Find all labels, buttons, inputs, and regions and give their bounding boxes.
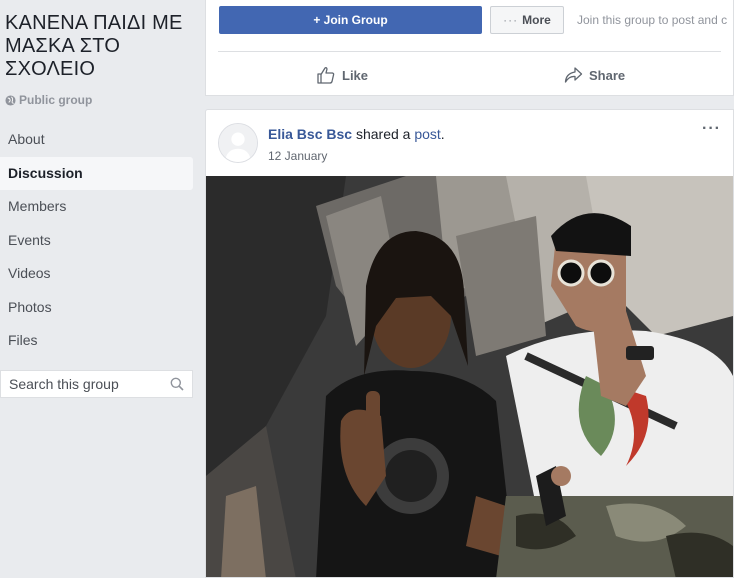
share-icon bbox=[564, 67, 583, 83]
post-period: . bbox=[440, 126, 445, 142]
thumbs-up-icon bbox=[317, 67, 335, 84]
author-name[interactable]: Elia Bsc Bsc bbox=[268, 126, 352, 142]
like-button[interactable]: Like bbox=[316, 60, 368, 90]
default-avatar-icon bbox=[219, 124, 257, 162]
nav-events[interactable]: Events bbox=[0, 224, 193, 258]
nav-videos[interactable]: Videos bbox=[0, 257, 193, 291]
divider bbox=[218, 51, 721, 52]
group-nav: About Discussion Members Events Videos P… bbox=[0, 123, 193, 358]
post-card: Elia Bsc Bsc shared a post. 12 January ·… bbox=[205, 109, 734, 578]
post-photo[interactable] bbox=[206, 176, 733, 578]
join-group-button[interactable]: + Join Group bbox=[219, 6, 482, 34]
post-verb: shared a bbox=[355, 126, 411, 142]
globe-icon bbox=[5, 94, 16, 106]
join-hint-text: Join this group to post and c bbox=[577, 13, 728, 27]
group-type-label: Public group bbox=[19, 93, 93, 107]
group-privacy: Public group bbox=[5, 93, 92, 107]
nav-members[interactable]: Members bbox=[0, 190, 193, 224]
group-search bbox=[0, 370, 193, 398]
post-timestamp[interactable]: 12 January bbox=[268, 149, 327, 163]
more-dots-icon: ··· bbox=[503, 13, 519, 27]
more-button[interactable]: ··· More bbox=[490, 6, 564, 34]
search-input[interactable] bbox=[9, 376, 159, 392]
like-label: Like bbox=[342, 67, 369, 83]
search-icon[interactable] bbox=[170, 377, 184, 391]
group-sidebar: ΚΑΝΕΝΑ ΠΑΙΔΙ ΜΕ ΜΑΣΚΑ ΣΤΟ ΣΧΟΛΕΙΟ Public… bbox=[0, 0, 196, 578]
nav-about[interactable]: About bbox=[0, 123, 193, 157]
more-label: More bbox=[522, 13, 551, 27]
group-title[interactable]: ΚΑΝΕΝΑ ΠΑΙΔΙ ΜΕ ΜΑΣΚΑ ΣΤΟ ΣΧΟΛΕΙΟ bbox=[5, 12, 195, 81]
post-options-icon[interactable]: ··· bbox=[702, 120, 721, 138]
nav-photos[interactable]: Photos bbox=[0, 291, 193, 325]
author-avatar[interactable] bbox=[218, 123, 258, 163]
shared-post-link[interactable]: post bbox=[414, 126, 440, 142]
nav-files[interactable]: Files bbox=[0, 324, 193, 358]
post-header: Elia Bsc Bsc shared a post. bbox=[268, 126, 445, 142]
share-button[interactable]: Share bbox=[563, 60, 625, 90]
share-label: Share bbox=[589, 67, 626, 83]
group-actions-card: + Join Group ··· More Join this group to… bbox=[205, 0, 734, 96]
nav-discussion[interactable]: Discussion bbox=[0, 156, 193, 190]
